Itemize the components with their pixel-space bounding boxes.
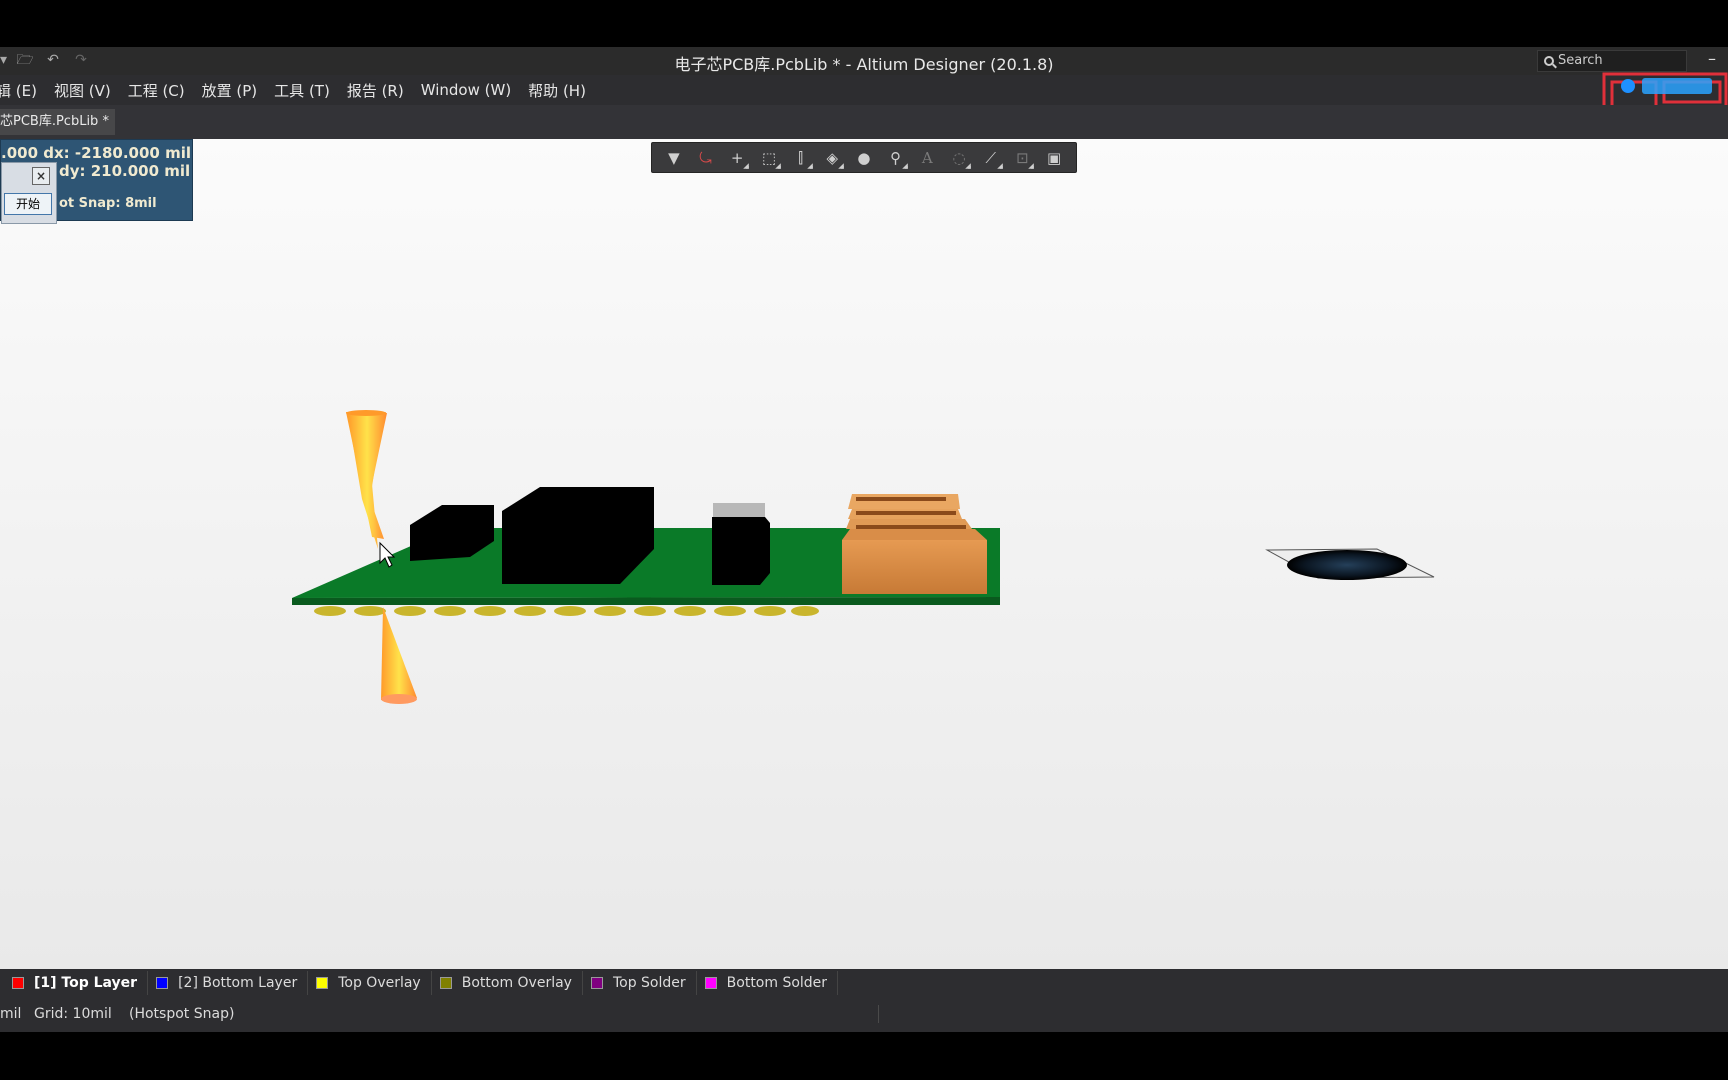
layer-tab-bottom-layer[interactable]: [2] Bottom Layer: [148, 971, 309, 995]
layer-swatch: [316, 977, 329, 989]
via-icon[interactable]: ⚲: [885, 147, 907, 169]
active-bar-toolbar: ▼ ⤿ + ⬚ ⫿ ◈ ● ⚲ A ◌ ⟋ ⊡ ▣: [651, 142, 1077, 173]
text-icon[interactable]: A: [916, 147, 938, 169]
document-tab-bar: 芯PCB库.PcbLib *: [0, 105, 1728, 139]
layer-tab-top-layer[interactable]: [1] Top Layer: [0, 971, 149, 995]
search-placeholder: Search: [1558, 53, 1603, 68]
menu-tools[interactable]: 工具 (T): [274, 80, 330, 101]
route-icon[interactable]: ⤿: [695, 147, 717, 169]
layer-swatch: [590, 977, 603, 989]
status-grid: Grid: 10mil: [34, 1006, 112, 1022]
orange-cone-top: [347, 413, 387, 549]
align-icon[interactable]: ⫿: [790, 147, 812, 169]
layer-label: Bottom Solder: [726, 975, 828, 991]
menu-help[interactable]: 帮助 (H): [528, 80, 586, 101]
grey-component-top: [713, 503, 765, 517]
floating-disc: [1287, 550, 1407, 580]
status-divider: [878, 1005, 879, 1023]
menu-edit[interactable]: 辑 (E): [0, 80, 37, 101]
layer-label: [2] Bottom Layer: [178, 975, 298, 991]
letterbox-bottom: [0, 1032, 1728, 1080]
cloud-icon: [1621, 79, 1635, 93]
layer-label: [1] Top Layer: [34, 975, 138, 991]
start-button[interactable]: 开始: [4, 193, 52, 215]
crosshair-icon[interactable]: +: [726, 147, 748, 169]
status-unit: mil: [0, 1006, 22, 1022]
menu-place[interactable]: 放置 (P): [202, 80, 258, 101]
pin-row: [314, 606, 819, 616]
pcb-board-edge: [292, 597, 1000, 605]
menu-view[interactable]: 视图 (V): [54, 80, 111, 101]
select-rect-icon[interactable]: ⬚: [758, 147, 780, 169]
minimize-icon[interactable]: –: [1708, 49, 1716, 68]
black-ic-chip: [502, 487, 654, 584]
hu-coords-line2: dy: 210.000 mil: [59, 162, 191, 180]
heads-up-display: .000 dx: -2180.000 mil dy: 210.000 mil o…: [0, 139, 193, 224]
layer-tab-bottom-solder[interactable]: Bottom Solder: [697, 971, 839, 995]
layer-swatch: [12, 977, 24, 989]
black-component-tall: [712, 517, 770, 585]
tab-pcblib[interactable]: 芯PCB库.PcbLib *: [0, 109, 115, 135]
status-snap: (Hotspot Snap): [129, 1006, 235, 1022]
3d-viewport[interactable]: .000 dx: -2180.000 mil dy: 210.000 mil o…: [0, 139, 1728, 969]
layer-icon[interactable]: ◈: [821, 147, 843, 169]
hu-coords-line1: .000 dx: -2180.000 mil: [1, 144, 191, 162]
layer-swatch: [704, 977, 717, 989]
orange-cone-bottom: [381, 607, 417, 700]
title-bar: ▾ 🗁 ↶ ↷ 电子芯PCB库.PcbLib * - Altium Design…: [0, 47, 1728, 75]
line-icon[interactable]: ⟋: [980, 147, 1002, 169]
arc-icon[interactable]: ◌: [948, 147, 970, 169]
dimension-icon[interactable]: ⊡: [1011, 147, 1033, 169]
close-icon[interactable]: ×: [32, 167, 50, 185]
pcb-3d-scene[interactable]: [0, 139, 1728, 969]
search-input[interactable]: Search: [1537, 50, 1687, 72]
layer-label: Bottom Overlay: [461, 975, 572, 991]
hu-snap-line: ot Snap: 8mil: [59, 196, 157, 211]
hu-small-dialog: × 开始: [1, 162, 57, 224]
layer-label: Top Solder: [612, 975, 686, 991]
window-title: 电子芯PCB库.PcbLib * - Altium Designer (20.1…: [674, 55, 1054, 74]
layer-tab-top-overlay[interactable]: Top Overlay: [308, 971, 432, 995]
layer-tab-top-solder[interactable]: Top Solder: [583, 971, 697, 995]
cone-top-cap: [346, 410, 386, 416]
menu-project[interactable]: 工程 (C): [128, 80, 185, 101]
orange-connector: [842, 494, 987, 594]
layer-tabs: [1] Top Layer [2] Bottom Layer Top Overl…: [0, 969, 1728, 997]
menu-window[interactable]: Window (W): [421, 81, 511, 99]
layer-swatch: [439, 977, 452, 989]
cone-bottom-cap: [381, 694, 417, 704]
menu-reports[interactable]: 报告 (R): [347, 80, 404, 101]
filter-icon[interactable]: ▼: [663, 147, 685, 169]
layer-tab-bottom-overlay[interactable]: Bottom Overlay: [432, 971, 583, 995]
region-icon[interactable]: ▣: [1043, 147, 1065, 169]
menu-bar: 辑 (E) 视图 (V) 工程 (C) 放置 (P) 工具 (T) 报告 (R)…: [0, 75, 1728, 105]
search-icon: [1544, 56, 1554, 66]
status-bar: mil Grid: 10mil (Hotspot Snap): [0, 997, 1728, 1032]
pad-icon[interactable]: ●: [853, 147, 875, 169]
layer-swatch: [156, 977, 169, 989]
layer-label: Top Overlay: [338, 975, 421, 991]
letterbox-top: [0, 0, 1728, 47]
